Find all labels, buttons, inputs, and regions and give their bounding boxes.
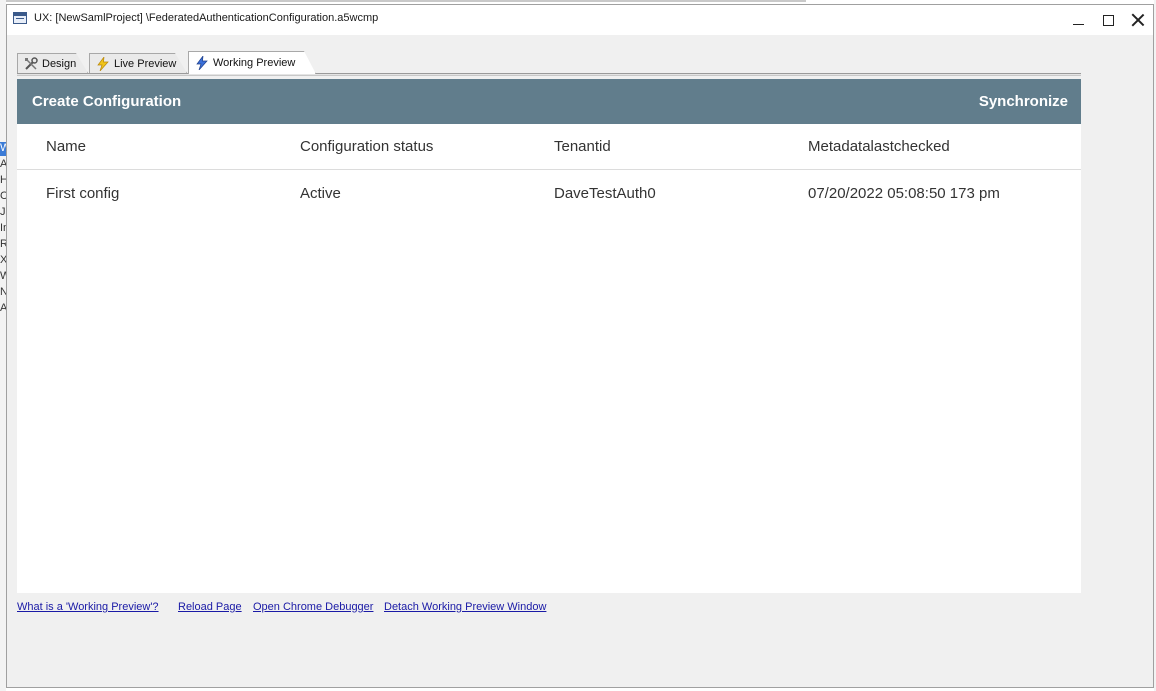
tab-working-preview-label: Working Preview — [213, 57, 296, 69]
column-header-name: Name — [46, 138, 87, 155]
cell-name: First config — [46, 184, 120, 202]
working-preview-pane: Create Configuration Synchronize Name Co… — [17, 79, 1081, 593]
cell-tenantid: DaveTestAuth0 — [554, 184, 656, 202]
cell-configuration-status: Active — [300, 184, 341, 202]
window-title: UX: [NewSamlProject] \FederatedAuthentic… — [34, 12, 379, 24]
create-configuration-button[interactable]: Create Configuration — [32, 93, 181, 110]
tools-icon — [24, 57, 38, 71]
column-header-metadatalastchecked: Metadatalastchecked — [808, 138, 950, 155]
column-header-configuration-status: Configuration status — [300, 138, 434, 155]
background-window-edge — [0, 0, 806, 2]
list-header-row: Name Configuration status Tenantid Metad… — [17, 124, 1081, 170]
what-is-working-preview-link[interactable]: What is a 'Working Preview'? — [17, 601, 159, 613]
minimize-icon — [1072, 23, 1084, 25]
lightning-yellow-icon — [96, 57, 110, 71]
synchronize-button[interactable]: Synchronize — [979, 93, 1068, 110]
preview-header-bar: Create Configuration Synchronize — [17, 79, 1081, 124]
lightning-blue-icon — [195, 56, 209, 70]
tab-working-preview[interactable]: Working Preview — [188, 51, 316, 74]
ux-editor-window: UX: [NewSamlProject] \FederatedAuthentic… — [6, 4, 1154, 688]
title-bar[interactable]: UX: [NewSamlProject] \FederatedAuthentic… — [7, 5, 1153, 35]
reload-page-link[interactable]: Reload Page — [178, 601, 242, 613]
window-app-icon — [13, 12, 27, 24]
column-header-tenantid: Tenantid — [554, 138, 611, 155]
maximize-icon — [1102, 14, 1114, 26]
tab-design[interactable]: Design — [17, 53, 88, 73]
open-chrome-debugger-link[interactable]: Open Chrome Debugger — [253, 601, 373, 613]
cell-metadatalastchecked: 07/20/2022 05:08:50 173 pm — [808, 184, 1000, 202]
tab-live-preview[interactable]: Live Preview — [89, 53, 187, 73]
table-row[interactable]: First config Active DaveTestAuth0 07/20/… — [17, 170, 1081, 216]
close-icon — [1131, 13, 1145, 27]
tab-live-preview-label: Live Preview — [114, 57, 177, 70]
minimize-button[interactable] — [1063, 9, 1093, 31]
detach-working-preview-link[interactable]: Detach Working Preview Window — [384, 601, 546, 613]
tab-design-label: Design — [42, 57, 77, 70]
tab-strip: Design Live Preview Working Preview — [17, 51, 1081, 74]
maximize-button[interactable] — [1093, 9, 1123, 31]
close-button[interactable] — [1123, 9, 1153, 31]
